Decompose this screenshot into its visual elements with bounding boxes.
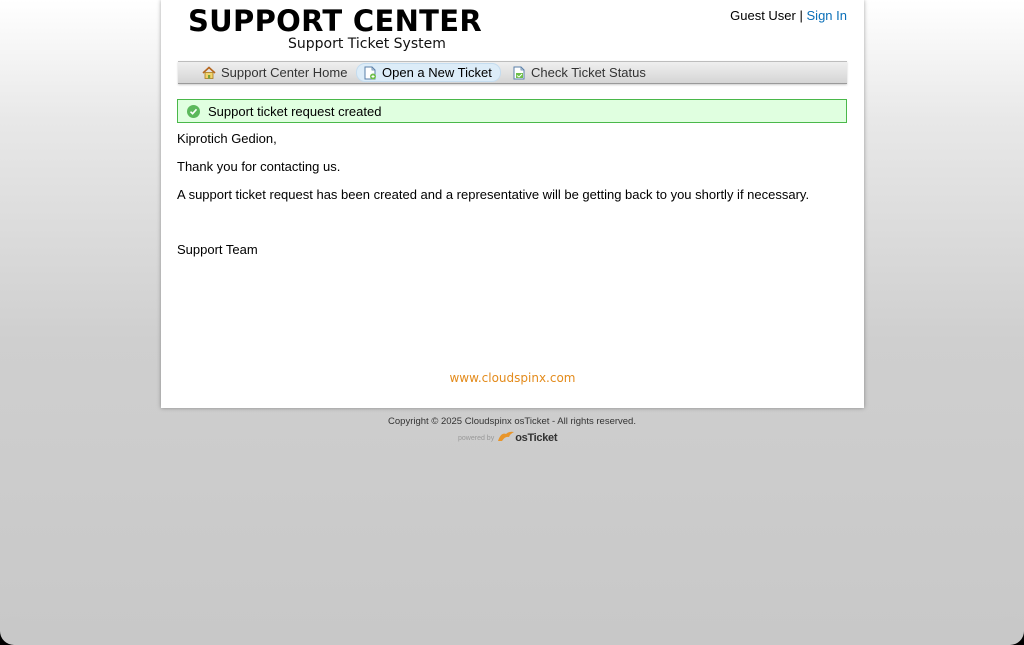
watermark-text: www.cloudspinx.com	[449, 371, 576, 385]
guest-user-label: Guest User	[730, 8, 796, 23]
nav-open-new-ticket[interactable]: Open a New Ticket	[356, 63, 501, 82]
home-icon	[202, 65, 216, 80]
site-logo[interactable]: SUPPORT CENTER Support Ticket System	[188, 4, 482, 52]
check-circle-icon	[187, 104, 200, 118]
separator: |	[799, 8, 803, 23]
powered-by-osticket[interactable]: powered by osTicket	[458, 430, 568, 446]
signature-text: Support Team	[177, 242, 258, 257]
sign-in-link[interactable]: Sign In	[807, 8, 847, 23]
user-info: Guest User | Sign In	[730, 8, 847, 23]
logo-title: SUPPORT CENTER	[188, 4, 482, 38]
osticket-brand: osTicket	[515, 432, 558, 444]
ticket-created-message: A support ticket request has been create…	[177, 187, 810, 202]
osticket-logo-icon	[497, 429, 515, 447]
nav-support-center-home[interactable]: Support Center Home	[196, 64, 355, 81]
success-notice: Support ticket request created	[177, 99, 847, 123]
window-corner-right	[996, 617, 1024, 645]
nav-check-ticket-status[interactable]: Check Ticket Status	[506, 64, 654, 81]
page-container: SUPPORT CENTER Support Ticket System Gue…	[161, 0, 864, 408]
nav-label: Support Center Home	[221, 65, 348, 80]
ticket-status-icon	[512, 66, 526, 80]
powered-by-label: powered by	[458, 434, 495, 442]
nav-label: Open a New Ticket	[382, 65, 492, 80]
thanks-text: Thank you for contacting us.	[177, 159, 341, 174]
notice-message: Support ticket request created	[208, 103, 382, 119]
window-corner-left	[0, 617, 28, 645]
main-nav: Support Center Home Open a New Ticket Ch…	[178, 61, 847, 84]
nav-label: Check Ticket Status	[531, 65, 646, 80]
logo-subtitle: Support Ticket System	[288, 36, 446, 52]
footer-copyright: Copyright © 2025 Cloudspinx osTicket - A…	[388, 416, 636, 427]
greeting-text: Kiprotich Gedion,	[177, 131, 277, 146]
new-ticket-icon	[363, 66, 377, 80]
